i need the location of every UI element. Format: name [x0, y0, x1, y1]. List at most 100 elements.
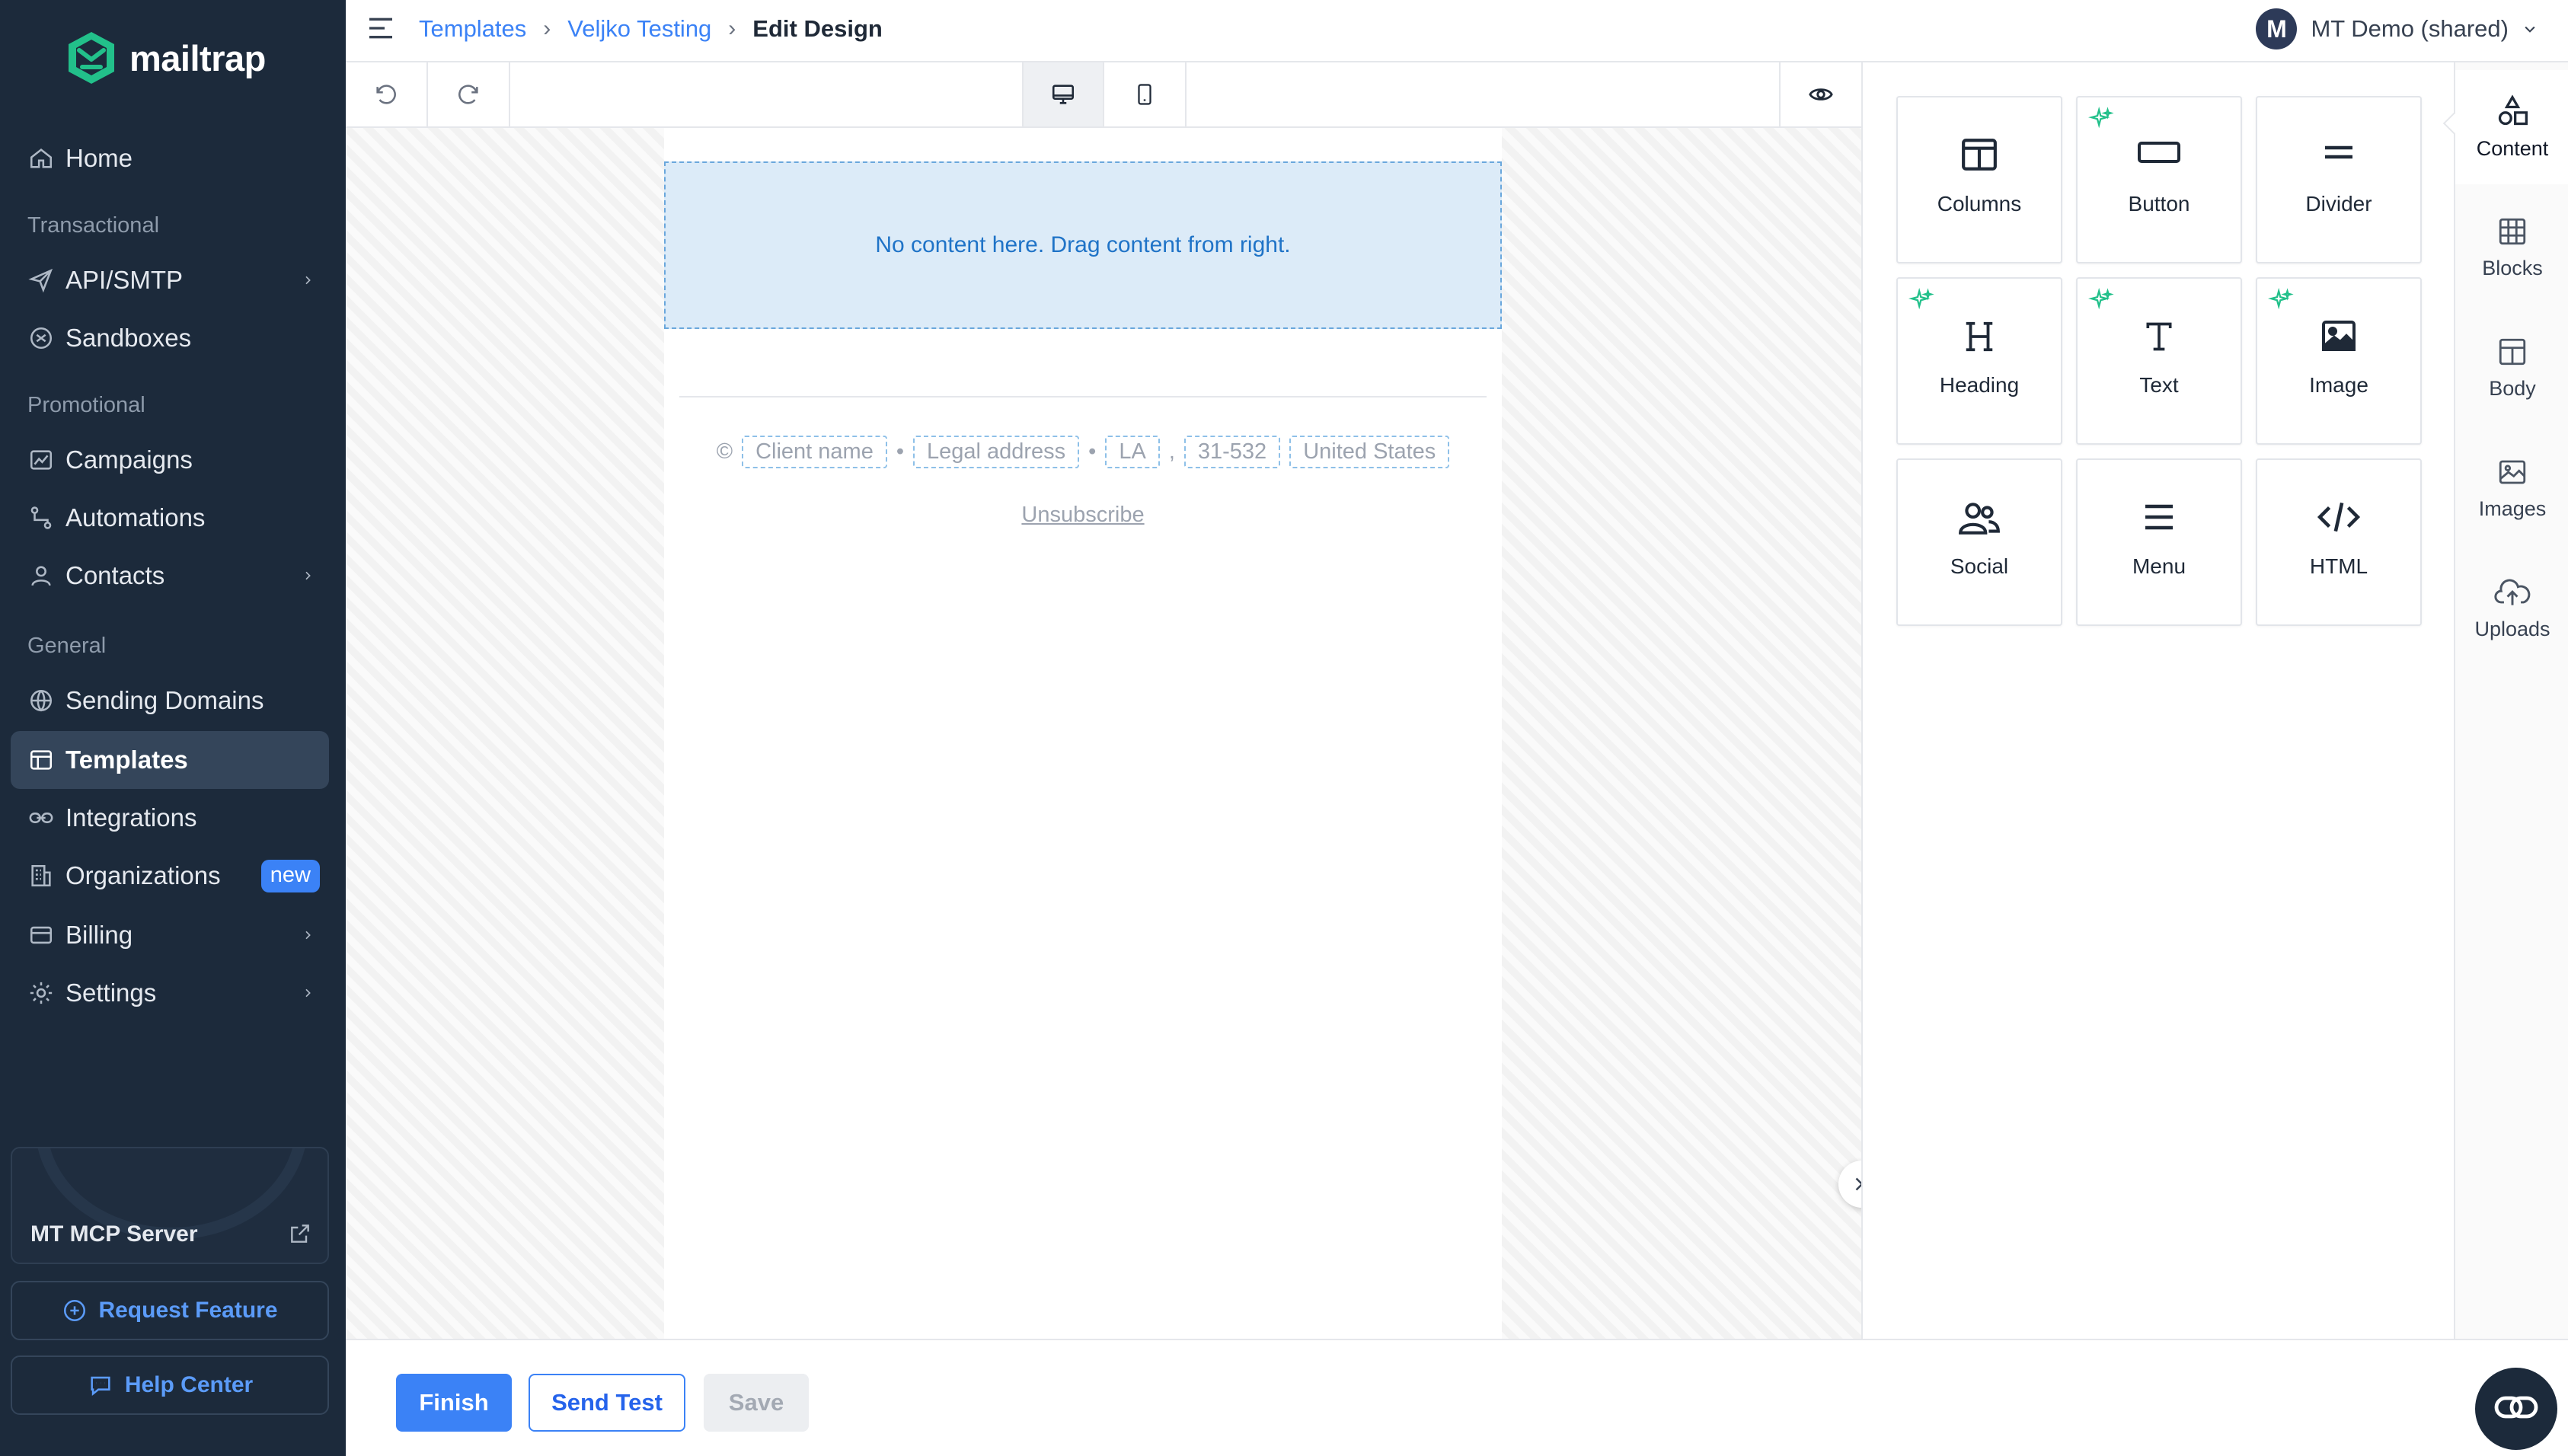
redo-button[interactable]	[428, 62, 510, 126]
breadcrumb-template-name[interactable]: Veljko Testing	[567, 15, 711, 43]
sidebar-item-label: Sending Domains	[65, 686, 264, 714]
sidebar-item-automations[interactable]: Automations	[11, 489, 329, 547]
content-dropzone[interactable]: No content here. Drag content from right…	[664, 161, 1502, 329]
tool-html[interactable]: HTML	[2256, 458, 2422, 626]
sidebar-item-label: Integrations	[65, 803, 197, 832]
chat-icon	[2494, 1396, 2538, 1419]
merge-tag-zip[interactable]: 31-532	[1183, 436, 1281, 468]
tab-body[interactable]: Body	[2455, 311, 2568, 425]
sidebar-item-label: Templates	[65, 746, 188, 774]
tool-label: Text	[2139, 373, 2179, 397]
sidebar-item-label: Home	[65, 144, 133, 172]
sparkle-icon	[1908, 288, 1934, 310]
tab-content[interactable]: Content	[2442, 70, 2568, 184]
merge-tag-country[interactable]: United States	[1289, 436, 1450, 468]
tool-columns[interactable]: Columns	[1896, 96, 2062, 263]
merge-tag-state[interactable]: LA	[1105, 436, 1160, 468]
tool-text[interactable]: Text	[2076, 277, 2242, 445]
mailtrap-logo[interactable]: mailtrap	[65, 27, 266, 88]
tool-divider[interactable]: Divider	[2256, 96, 2422, 263]
chat-bubble-icon	[91, 1376, 110, 1396]
avatar: M	[2256, 8, 2298, 49]
mobile-view-button[interactable]	[1104, 62, 1187, 126]
section-general: General	[27, 634, 107, 658]
undo-button[interactable]	[346, 62, 428, 126]
tool-label: Social	[1950, 554, 2009, 578]
tab-images[interactable]: Images	[2455, 431, 2568, 545]
tool-label: Button	[2128, 192, 2190, 216]
breadcrumb-separator: ›	[728, 16, 736, 41]
email-body: No content here. Drag content from right…	[664, 128, 1502, 1339]
merge-tag-legal-address[interactable]: Legal address	[912, 436, 1080, 468]
layout-icon	[2499, 338, 2526, 365]
save-button[interactable]: Save	[704, 1374, 809, 1432]
menu-toggle-button[interactable]	[366, 15, 396, 45]
tab-label: Uploads	[2474, 617, 2550, 640]
help-center-button[interactable]: Help Center	[11, 1355, 329, 1415]
tool-button[interactable]: Button	[2076, 96, 2242, 263]
sidebar-item-templates[interactable]: Templates	[11, 731, 329, 789]
breadcrumb: Templates › Veljko Testing › Edit Design	[419, 0, 883, 58]
section-promotional: Promotional	[27, 393, 145, 417]
sidebar-item-label: Automations	[65, 503, 206, 532]
footer-bullet: •	[896, 439, 904, 464]
sparkle-icon	[2088, 288, 2114, 310]
cloud-upload-icon	[2494, 579, 2531, 605]
divider-icon	[2325, 145, 2352, 159]
sidebar-item-api-smtp[interactable]: API/SMTP	[11, 251, 329, 309]
send-test-button[interactable]: Send Test	[529, 1374, 685, 1432]
sidebar-item-organizations[interactable]: Organizations new	[11, 847, 329, 905]
code-icon	[2317, 502, 2361, 532]
merge-tag-client-name[interactable]: Client name	[742, 436, 887, 468]
sidebar-item-label: Contacts	[65, 561, 165, 589]
request-feature-button[interactable]: Request Feature	[11, 1281, 329, 1340]
hamburger-icon	[369, 18, 392, 39]
editor-toolbar	[346, 62, 1861, 128]
tool-label: HTML	[2309, 554, 2368, 578]
chevron-right-icon	[305, 276, 311, 285]
top-bar: Templates › Veljko Testing › Edit Design…	[346, 0, 2568, 62]
unsubscribe-link[interactable]: Unsubscribe	[664, 503, 1502, 528]
tab-uploads[interactable]: Uploads	[2455, 551, 2568, 666]
tool-social[interactable]: Social	[1896, 458, 2062, 626]
link-icon	[29, 813, 53, 823]
undo-icon	[376, 85, 396, 104]
account-name: MT Demo (shared)	[2311, 15, 2509, 42]
sidebar-item-label: Billing	[65, 921, 133, 949]
sidebar-item-settings[interactable]: Settings	[11, 964, 329, 1022]
sidebar-item-contacts[interactable]: Contacts	[11, 547, 329, 605]
tool-label: Heading	[1939, 373, 2020, 397]
tool-menu[interactable]: Menu	[2076, 458, 2242, 626]
preview-button[interactable]	[1779, 62, 1861, 126]
chevron-right-icon	[305, 931, 311, 940]
breadcrumb-templates[interactable]: Templates	[419, 15, 526, 43]
tool-heading[interactable]: Heading	[1896, 277, 2062, 445]
tab-blocks[interactable]: Blocks	[2455, 190, 2568, 305]
sparkle-icon	[2088, 107, 2114, 129]
sidebar-item-label: Campaigns	[65, 445, 193, 474]
credit-card-icon	[30, 926, 53, 944]
app-name: mailtrap	[129, 37, 266, 78]
tab-label: Images	[2478, 497, 2547, 520]
tab-label: Body	[2489, 376, 2536, 400]
desktop-view-button[interactable]	[1022, 62, 1104, 126]
mcp-card-title: MT MCP Server	[30, 1221, 198, 1247]
images-icon	[2499, 460, 2526, 484]
sidebar-item-sending-domains[interactable]: Sending Domains	[11, 672, 329, 730]
sparkle-icon	[2268, 288, 2294, 310]
sidebar-item-integrations[interactable]: Integrations	[11, 789, 329, 847]
email-footer: © Client name • Legal address • LA , 31-…	[664, 436, 1502, 468]
finish-button[interactable]: Finish	[396, 1374, 512, 1432]
chat-widget-button[interactable]	[2475, 1368, 2557, 1450]
account-switcher[interactable]: M MT Demo (shared)	[2256, 0, 2538, 58]
grid-icon	[2499, 218, 2526, 244]
sidebar-item-sandboxes[interactable]: Sandboxes	[11, 309, 329, 367]
mobile-icon	[1138, 84, 1151, 105]
mcp-server-card[interactable]: MT MCP Server	[11, 1147, 329, 1264]
tool-image[interactable]: Image	[2256, 277, 2422, 445]
sidebar-item-billing[interactable]: Billing	[11, 906, 329, 964]
sidebar-item-home[interactable]: Home	[11, 129, 329, 187]
sidebar-item-campaigns[interactable]: Campaigns	[11, 431, 329, 489]
gear-icon	[30, 982, 53, 1004]
tab-label: Content	[2476, 136, 2549, 160]
